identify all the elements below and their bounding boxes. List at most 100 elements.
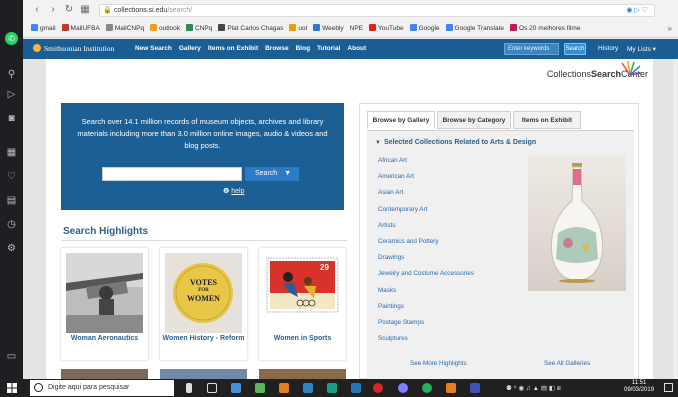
nav-link[interactable]: About	[347, 45, 366, 52]
nav-search-button[interactable]: Search	[564, 43, 586, 55]
nav-link[interactable]: Browse	[265, 45, 288, 52]
youtube-icon	[369, 24, 377, 31]
tab-browse-by-category[interactable]: Browse by Category	[437, 111, 511, 129]
collection-link[interactable]: Sculptures	[378, 335, 528, 351]
collection-link[interactable]: Artists	[378, 222, 528, 238]
search-button[interactable]: Search ▼	[245, 167, 299, 181]
see-more-highlights-link[interactable]: See More Highlights	[410, 360, 467, 367]
camera-icon[interactable]: ◙	[5, 112, 18, 125]
nav-link[interactable]: Items on Exhibit	[208, 45, 258, 52]
help-link[interactable]: ❷ help	[223, 187, 244, 195]
sidebar-toggle-icon[interactable]: ▭	[5, 350, 18, 363]
history-link[interactable]: History	[598, 45, 618, 52]
reload-icon[interactable]: ↻	[63, 4, 75, 16]
lock-icon: 🔒	[103, 7, 112, 14]
uol-icon	[289, 24, 297, 31]
collection-link[interactable]: Contemporary Art	[378, 206, 528, 222]
nav-link[interactable]: Gallery	[179, 45, 201, 52]
app-icon[interactable]	[422, 383, 432, 393]
bookmarks-more-icon[interactable]: »	[668, 24, 672, 33]
search-intro: Search over 14.1 million records of muse…	[77, 117, 328, 150]
highlight-card[interactable]: Woman Aeronautics	[61, 248, 148, 360]
address-bar[interactable]: 🔒 collections.si.edu/search/ ◉ ▷ ♡	[99, 4, 655, 17]
send-icon[interactable]: ▷	[5, 88, 18, 101]
scrollbar[interactable]	[673, 59, 678, 379]
app-icon[interactable]	[470, 383, 480, 393]
collection-link[interactable]: Jewelry and Costume Accessories	[378, 270, 528, 286]
clock[interactable]: 11:51 09/03/2019	[624, 380, 654, 394]
weebly-icon	[313, 24, 321, 31]
news-icon[interactable]: ▤	[5, 194, 18, 207]
tabs-grid-icon[interactable]: ▦	[79, 4, 91, 16]
keyword-input[interactable]: Enter keywords	[504, 43, 559, 55]
system-tray[interactable]: ⚉ ^ ◉ ♫ ▲ ▤ ◧ ⧈	[506, 384, 561, 393]
tab-browse-by-gallery[interactable]: Browse by Gallery	[367, 111, 435, 129]
bookmark-item[interactable]: NPE	[350, 25, 363, 32]
settings-icon[interactable]: ⚙	[5, 242, 18, 255]
google-icon	[409, 24, 417, 31]
app-icon[interactable]	[398, 383, 408, 393]
highlight-card-partial[interactable]	[160, 369, 247, 379]
whatsapp-icon[interactable]: ✆	[5, 32, 18, 45]
bookmark-item[interactable]: Plat Carlos Chagas	[218, 24, 283, 32]
tab-items-on-exhibit[interactable]: Items on Exhibit	[513, 111, 581, 129]
search-icon[interactable]: ⚲	[5, 68, 18, 81]
highlight-card-partial[interactable]	[61, 369, 148, 379]
windows-start-icon[interactable]	[7, 383, 17, 393]
my-lists-link[interactable]: My Lists ▾	[627, 45, 656, 53]
collections-heading[interactable]: ▼ Selected Collections Related to Arts & …	[375, 139, 536, 146]
app-icon[interactable]	[303, 383, 313, 393]
forward-icon[interactable]: ›	[47, 4, 59, 16]
collection-link[interactable]: Drawings	[378, 254, 528, 270]
collection-link[interactable]: Paintings	[378, 303, 528, 319]
nav-links: New Search Gallery Items on Exhibit Browse B…	[135, 45, 373, 52]
app-icon[interactable]	[446, 383, 456, 393]
bookmark-item[interactable]: Google Translate	[445, 24, 504, 32]
microphone-icon[interactable]	[186, 383, 192, 393]
bookmark-item[interactable]: Os 20 melhores filme	[510, 24, 580, 32]
bookmark-item[interactable]: MailCNPq	[105, 24, 144, 32]
speed-dial-icon[interactable]: ▦	[5, 146, 18, 159]
content-area: CollectionsSearchCenter Search over 14.1…	[46, 59, 653, 379]
nav-link[interactable]: New Search	[135, 45, 172, 52]
see-all-galleries-link[interactable]: See All Galleries	[544, 360, 590, 367]
app-icon[interactable]	[327, 383, 337, 393]
extensions-icon[interactable]: ◉ ▷ ♡	[626, 5, 648, 16]
collection-link[interactable]: Postage Stamps	[378, 319, 528, 335]
notifications-icon[interactable]	[664, 383, 673, 392]
task-view-icon[interactable]	[207, 383, 217, 393]
collection-link[interactable]: Masks	[378, 287, 528, 303]
collection-link[interactable]: Asian Art	[378, 189, 528, 205]
app-icon[interactable]	[351, 383, 361, 393]
smithsonian-brand[interactable]: Smithsonian Institution	[33, 44, 114, 53]
vlc-icon[interactable]	[279, 383, 289, 393]
nav-link[interactable]: Blog	[296, 45, 310, 52]
bookmark-item[interactable]: MailUFBA	[61, 24, 100, 32]
bookmark-item[interactable]: Weebly	[313, 24, 344, 32]
calculator-icon[interactable]	[231, 383, 241, 393]
women-sports-stamp-image: 29	[264, 253, 341, 333]
history-icon[interactable]: ◷	[5, 218, 18, 231]
nav-link[interactable]: Tutorial	[317, 45, 340, 52]
bookmark-item[interactable]: uol	[289, 24, 307, 32]
highlight-card-partial[interactable]	[259, 369, 346, 379]
bookmark-item[interactable]: YouTube	[369, 24, 404, 32]
collection-link[interactable]: Ceramics and Pottery	[378, 238, 528, 254]
bookmark-item[interactable]: gmail	[31, 24, 56, 32]
heart-icon[interactable]: ♡	[5, 170, 18, 183]
bookmark-item[interactable]: Google	[409, 24, 440, 32]
opera-icon[interactable]	[373, 383, 383, 393]
bookmark-item[interactable]: CNPq	[186, 24, 212, 32]
collections-search-center-logo[interactable]: CollectionsSearchCenter	[547, 61, 648, 79]
bookmark-item[interactable]: outlook	[150, 24, 180, 32]
porcelain-vase-image[interactable]	[528, 155, 626, 291]
app-icon[interactable]	[255, 383, 265, 393]
collection-link[interactable]: American Art	[378, 173, 528, 189]
highlight-card[interactable]: VOTES FOR WOMEN Women History - Reform	[160, 248, 247, 360]
ufba-icon	[61, 24, 69, 31]
collection-link[interactable]: African Art	[378, 157, 528, 173]
back-icon[interactable]: ‹	[31, 4, 43, 16]
search-input[interactable]	[102, 167, 242, 181]
highlight-card[interactable]: 29 Women in Sports	[259, 248, 346, 360]
taskbar-search-input[interactable]: Digite aqui para pesquisar	[30, 380, 174, 396]
